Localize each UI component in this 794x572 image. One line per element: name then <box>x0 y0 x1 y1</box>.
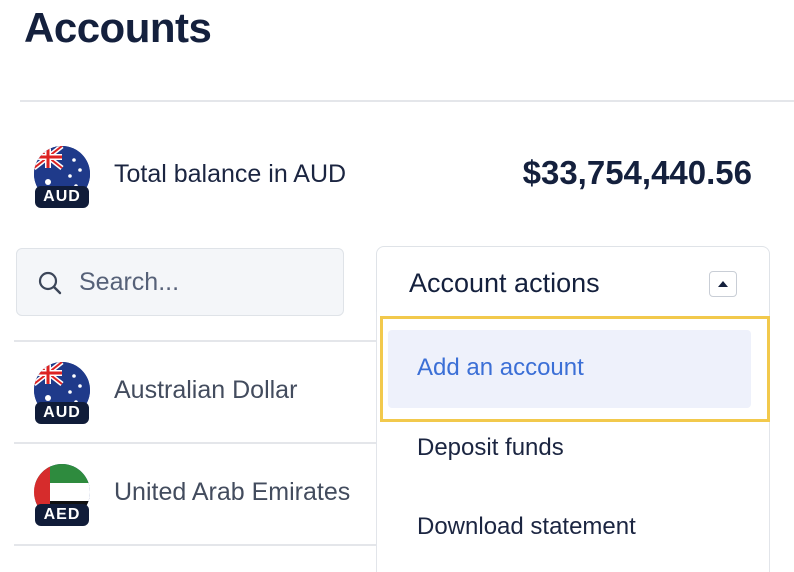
menu-item-add-account[interactable]: Add an account <box>388 330 751 408</box>
menu-item-deposit-funds[interactable]: Deposit funds <box>417 434 564 462</box>
search-input[interactable]: Search... <box>16 248 344 316</box>
total-balance-amount: $33,754,440.56 <box>522 154 752 191</box>
menu-item-download-statement[interactable]: Download statement <box>417 513 636 541</box>
search-placeholder: Search... <box>79 268 180 296</box>
list-item-aud[interactable]: Australian Dollar <box>114 376 297 405</box>
caret-up-icon[interactable] <box>709 271 737 297</box>
account-actions-label: Account actions <box>409 268 600 298</box>
summary-currency-badge: AUD <box>32 146 92 208</box>
header-divider <box>20 100 794 102</box>
menu-item-label: Add an account <box>417 354 584 381</box>
total-balance-label: Total balance in AUD <box>114 160 347 188</box>
list-item-aed[interactable]: United Arab Emirates <box>114 478 350 507</box>
currency-code-badge: AED <box>35 504 89 526</box>
list-divider <box>14 340 376 342</box>
list-divider <box>14 442 376 444</box>
account-actions-menu: Add an account Deposit funds Download st… <box>376 312 770 572</box>
page-title: Accounts <box>24 4 212 51</box>
search-icon <box>38 271 62 295</box>
currency-code-badge: AUD <box>35 402 89 424</box>
list-item-aud-flag: AUD <box>32 362 92 424</box>
list-divider <box>14 544 376 546</box>
list-item-aed-flag: AED <box>32 464 92 526</box>
currency-code-badge: AUD <box>35 186 89 208</box>
